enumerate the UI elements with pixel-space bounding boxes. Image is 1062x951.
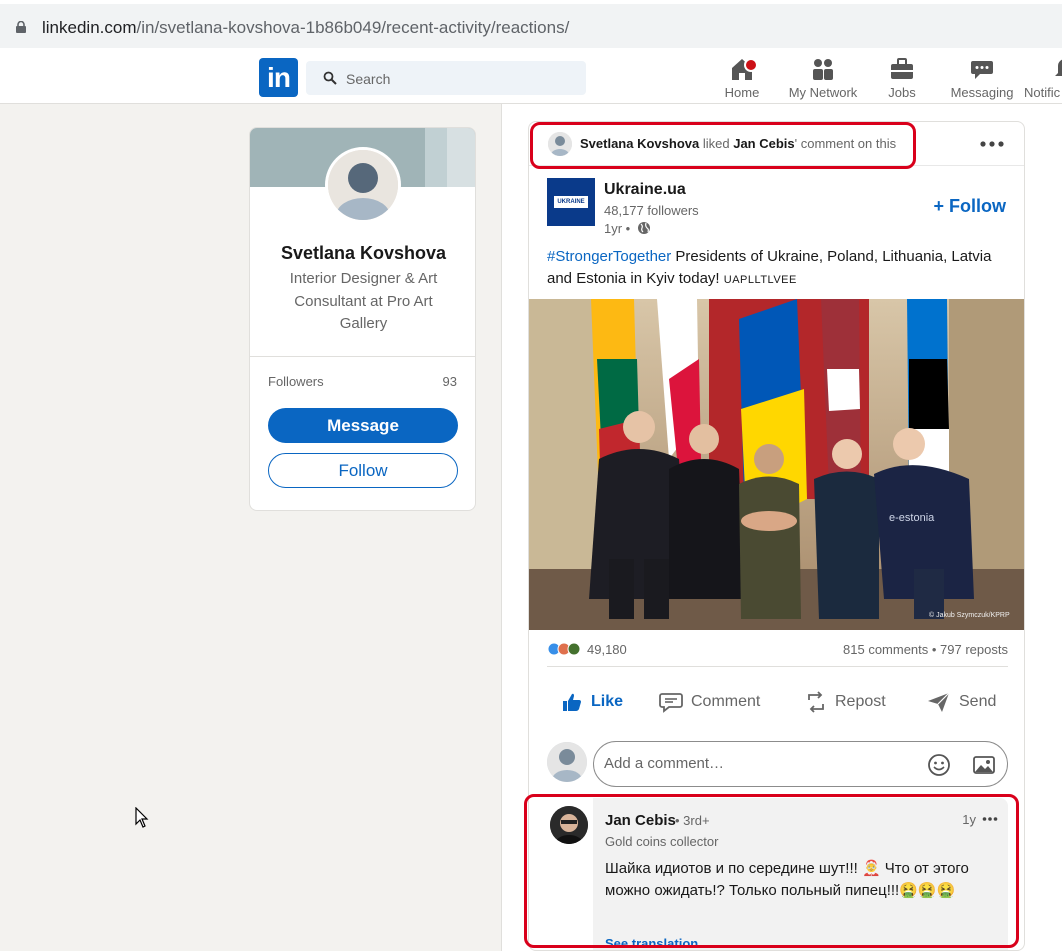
search-icon <box>323 71 337 85</box>
divider <box>547 666 1008 667</box>
my-avatar <box>547 742 587 782</box>
comment-input[interactable]: Add a comment… <box>593 741 1008 787</box>
nav-jobs-label: Jobs <box>888 85 916 100</box>
comment-icon <box>659 693 683 713</box>
reactions-summary[interactable]: 49,180 <box>547 642 627 657</box>
hashtag-link[interactable]: #StrongerTogether <box>547 248 671 265</box>
like-button[interactable]: Like <box>561 682 623 722</box>
thumbs-up-icon <box>563 693 581 711</box>
network-icon <box>813 59 833 80</box>
org-name[interactable]: Ukraine.ua <box>604 181 686 199</box>
lock-icon <box>16 21 26 33</box>
repost-button[interactable]: Repost <box>805 682 886 722</box>
image-credit: © Jakub Szymczuk/KPRP <box>929 611 1010 619</box>
sweater-text: e-estonia <box>889 512 935 524</box>
nav-my-network-label: My Network <box>788 85 858 100</box>
follow-org-button[interactable]: + Follow <box>933 196 1006 217</box>
org-logo[interactable]: UKRAINE <box>547 178 595 226</box>
nav-my-network[interactable]: My Network <box>784 56 862 102</box>
nav-home-label: Home <box>724 85 760 100</box>
nav-notifications-label: Notific <box>1024 85 1061 100</box>
notification-badge <box>744 58 758 72</box>
nav-messaging-label: Messaging <box>950 85 1014 100</box>
org-followers: 48,177 followers <box>604 203 699 218</box>
url-text: linkedin.com/in/svetlana-kovshova-1b86b0… <box>42 18 570 37</box>
comments-reposts-count[interactable]: 815 comments • 797 reposts <box>843 642 1008 657</box>
post-time: 1yr • <box>604 221 651 236</box>
send-icon <box>928 692 950 712</box>
profile-avatar[interactable] <box>325 147 401 223</box>
post-text: #StrongerTogether Presidents of Ukraine,… <box>547 248 992 287</box>
nav-notifications[interactable]: Notific <box>1024 56 1062 102</box>
mouse-cursor-icon <box>135 807 149 828</box>
org-logo-text: UKRAINE <box>554 196 588 208</box>
divider <box>250 356 475 357</box>
leaders-photo: e-estonia © Jakub Szymczuk/KPRP <box>529 299 1024 630</box>
post-stats: 49,180 815 comments • 797 reposts <box>547 640 1008 662</box>
bell-icon <box>1055 59 1062 76</box>
nav-jobs[interactable]: Jobs <box>884 56 920 102</box>
browser-address-bar: linkedin.com/in/svetlana-kovshova-1b86b0… <box>0 0 1062 52</box>
messaging-icon <box>971 61 993 79</box>
comment-placeholder: Add a comment… <box>604 755 725 772</box>
reaction-icons <box>547 642 581 656</box>
image-icon[interactable] <box>972 753 996 777</box>
person-placeholder-icon <box>328 150 398 220</box>
search-input[interactable]: Search <box>306 61 586 95</box>
highlight-activity <box>530 122 916 169</box>
person-placeholder-icon <box>547 742 587 782</box>
globe-icon <box>637 222 650 234</box>
flag-emojis: UAPLLTLVEE <box>723 274 797 286</box>
followers-label: Followers <box>268 374 324 389</box>
post-actions: Like Comment Repost Send <box>529 682 1024 722</box>
follow-profile-button[interactable]: Follow <box>268 453 458 488</box>
profile-name[interactable]: Svetlana Kovshova <box>250 243 475 264</box>
repost-icon <box>808 691 824 713</box>
nav-messaging[interactable]: Messaging <box>948 56 1016 102</box>
more-options-icon[interactable] <box>979 140 1005 148</box>
highlight-comment <box>524 794 1019 948</box>
profile-headline: Interior Designer & Art Consultant at Pr… <box>289 270 438 332</box>
url-field[interactable]: linkedin.com/in/svetlana-kovshova-1b86b0… <box>0 4 1062 48</box>
briefcase-icon <box>891 58 913 79</box>
top-navigation: in Search Home My Network Jobs Messaging… <box>0 52 1062 104</box>
profile-card: Svetlana Kovshova Interior Designer & Ar… <box>249 127 476 511</box>
nav-home[interactable]: Home <box>722 56 762 102</box>
search-placeholder: Search <box>346 71 391 87</box>
linkedin-logo[interactable]: in <box>259 58 298 97</box>
post-image[interactable]: e-estonia © Jakub Szymczuk/KPRP <box>529 299 1024 630</box>
reactions-count: 49,180 <box>587 642 627 657</box>
send-button[interactable]: Send <box>927 682 996 722</box>
message-button[interactable]: Message <box>268 408 458 443</box>
followers-count: 93 <box>442 374 457 389</box>
comment-composer: Add a comment… <box>547 741 1008 789</box>
comment-button[interactable]: Comment <box>659 682 760 722</box>
emoji-icon[interactable] <box>927 753 951 777</box>
